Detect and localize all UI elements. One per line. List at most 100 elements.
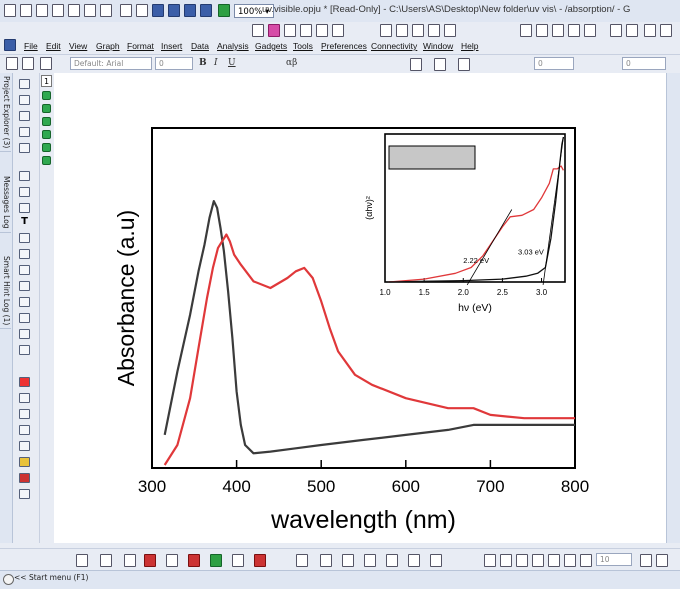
menu-data[interactable]: Data bbox=[191, 41, 209, 51]
lock-icon[interactable] bbox=[42, 156, 51, 165]
area-plot-icon[interactable] bbox=[188, 554, 200, 567]
align-right-icon[interactable] bbox=[500, 554, 512, 567]
align-vertical-icon[interactable] bbox=[548, 554, 560, 567]
lock-icon[interactable] bbox=[42, 130, 51, 139]
symbol-tool-icon[interactable] bbox=[19, 393, 30, 403]
align-horizontal-icon[interactable] bbox=[564, 554, 576, 567]
open-template-icon[interactable] bbox=[136, 4, 148, 17]
add-table-icon[interactable] bbox=[19, 425, 30, 435]
align-bottom-icon[interactable] bbox=[532, 554, 544, 567]
draw-data-tool-icon[interactable] bbox=[19, 203, 30, 213]
menu-graph[interactable]: Graph bbox=[96, 41, 120, 51]
line-plot-icon[interactable] bbox=[76, 554, 88, 567]
code-builder-icon[interactable] bbox=[252, 24, 264, 37]
rectangle-tool-icon[interactable] bbox=[19, 281, 30, 291]
new-notes-icon[interactable] bbox=[100, 4, 112, 17]
menu-edit[interactable]: Edit bbox=[46, 41, 61, 51]
screen-reader-icon[interactable] bbox=[644, 24, 656, 37]
results-log-icon[interactable] bbox=[300, 24, 312, 37]
new-matrix-icon[interactable] bbox=[52, 4, 64, 17]
menu-file[interactable]: File bbox=[24, 41, 38, 51]
region-tool-icon[interactable] bbox=[19, 313, 30, 323]
add-text-icon[interactable] bbox=[19, 409, 30, 419]
multi-panel-icon[interactable] bbox=[320, 554, 332, 567]
command-window-icon[interactable] bbox=[284, 24, 296, 37]
line-color-icon[interactable] bbox=[458, 58, 470, 71]
arrange-layers-icon[interactable] bbox=[584, 24, 596, 37]
graph-window-icon[interactable] bbox=[4, 39, 16, 51]
menu-window[interactable]: Window bbox=[423, 41, 453, 51]
menu-preferences[interactable]: Preferences bbox=[321, 41, 367, 51]
color-scale-icon[interactable] bbox=[428, 24, 440, 37]
menu-tools[interactable]: Tools bbox=[293, 41, 313, 51]
menu-view[interactable]: View bbox=[69, 41, 87, 51]
new-graph-icon[interactable] bbox=[36, 4, 48, 17]
new-legend-icon[interactable] bbox=[412, 24, 424, 37]
grid-tool-icon[interactable] bbox=[19, 489, 30, 499]
font-size-select[interactable]: 0 bbox=[155, 57, 193, 70]
add-image-icon[interactable] bbox=[19, 457, 30, 467]
font-select[interactable]: Default: Arial bbox=[70, 57, 152, 70]
screen-reader-tool-icon[interactable] bbox=[19, 143, 30, 153]
pointer-tool-icon[interactable] bbox=[19, 79, 30, 89]
increase-size-icon[interactable] bbox=[640, 554, 652, 567]
lock-icon[interactable] bbox=[42, 104, 51, 113]
insert-equation-icon[interactable] bbox=[19, 233, 30, 243]
align-left-icon[interactable] bbox=[484, 554, 496, 567]
table-plot-icon[interactable] bbox=[386, 554, 398, 567]
line-symbol-plot-icon[interactable] bbox=[124, 554, 136, 567]
add-layer-icon[interactable] bbox=[380, 24, 392, 37]
column-plot-icon[interactable] bbox=[144, 554, 156, 567]
copy-format-icon[interactable] bbox=[40, 57, 52, 70]
same-width-icon[interactable] bbox=[580, 554, 592, 567]
move-tool-icon[interactable] bbox=[19, 127, 30, 137]
rescale-icon[interactable] bbox=[396, 24, 408, 37]
special-plot-icon[interactable] bbox=[254, 554, 266, 567]
tab-messages-log[interactable]: Messages Log bbox=[0, 173, 11, 233]
scatter-plot-icon[interactable] bbox=[100, 554, 112, 567]
pattern-icon[interactable] bbox=[434, 58, 446, 71]
select-tool-icon[interactable] bbox=[6, 57, 18, 70]
vertical-scrollbar[interactable] bbox=[666, 73, 680, 543]
line-width-select[interactable]: 0 bbox=[534, 57, 574, 70]
start-menu-icon[interactable] bbox=[3, 574, 14, 585]
save-template-icon[interactable] bbox=[168, 4, 180, 17]
polygon-tool-icon[interactable] bbox=[19, 297, 30, 307]
graph-page[interactable]: 300 400 500 600 700 800 wavelength (nm) Absor… bbox=[54, 73, 666, 543]
line-tool-icon[interactable] bbox=[19, 265, 30, 275]
data-selector-icon[interactable] bbox=[626, 24, 638, 37]
open-icon[interactable] bbox=[120, 4, 132, 17]
scale-tool-icon[interactable] bbox=[19, 111, 30, 121]
layer-management-icon[interactable] bbox=[552, 24, 564, 37]
menu-connectivity[interactable]: Connectivity bbox=[371, 41, 417, 51]
decrease-size-icon[interactable] bbox=[656, 554, 668, 567]
refresh-icon[interactable] bbox=[218, 4, 230, 17]
color-palette-icon[interactable] bbox=[19, 377, 30, 387]
merge-icon[interactable] bbox=[520, 24, 532, 37]
extract-icon[interactable] bbox=[536, 24, 548, 37]
align-top-icon[interactable] bbox=[516, 554, 528, 567]
template-library-icon[interactable] bbox=[296, 554, 308, 567]
menu-help[interactable]: Help bbox=[461, 41, 478, 51]
lock-icon[interactable] bbox=[42, 91, 51, 100]
italic-button[interactable]: I bbox=[214, 58, 218, 68]
clear-format-icon[interactable] bbox=[22, 57, 34, 70]
pattern-size-select[interactable]: 0 bbox=[622, 57, 666, 70]
arrow-tool-icon[interactable] bbox=[19, 249, 30, 259]
tab-smart-hint-log[interactable]: Smart Hint Log (1) bbox=[0, 253, 11, 330]
script-window-icon[interactable] bbox=[332, 24, 344, 37]
menu-insert[interactable]: Insert bbox=[161, 41, 182, 51]
menu-analysis[interactable]: Analysis bbox=[217, 41, 249, 51]
size-select[interactable]: 10 bbox=[596, 553, 632, 566]
3d-plot-icon[interactable] bbox=[232, 554, 244, 567]
layer-indicator[interactable]: 1 bbox=[41, 75, 52, 87]
column-group-icon[interactable] bbox=[342, 554, 354, 567]
region-mask-tool-icon[interactable] bbox=[19, 187, 30, 197]
contour-plot-icon[interactable] bbox=[210, 554, 222, 567]
tab-project-explorer[interactable]: Project Explorer (3) bbox=[0, 73, 11, 153]
greek-button[interactable]: αβ bbox=[286, 58, 297, 68]
menu-format[interactable]: Format bbox=[127, 41, 154, 51]
lock-icon[interactable] bbox=[42, 117, 51, 126]
new-function-icon[interactable] bbox=[68, 4, 80, 17]
new-layout-icon[interactable] bbox=[84, 4, 96, 17]
